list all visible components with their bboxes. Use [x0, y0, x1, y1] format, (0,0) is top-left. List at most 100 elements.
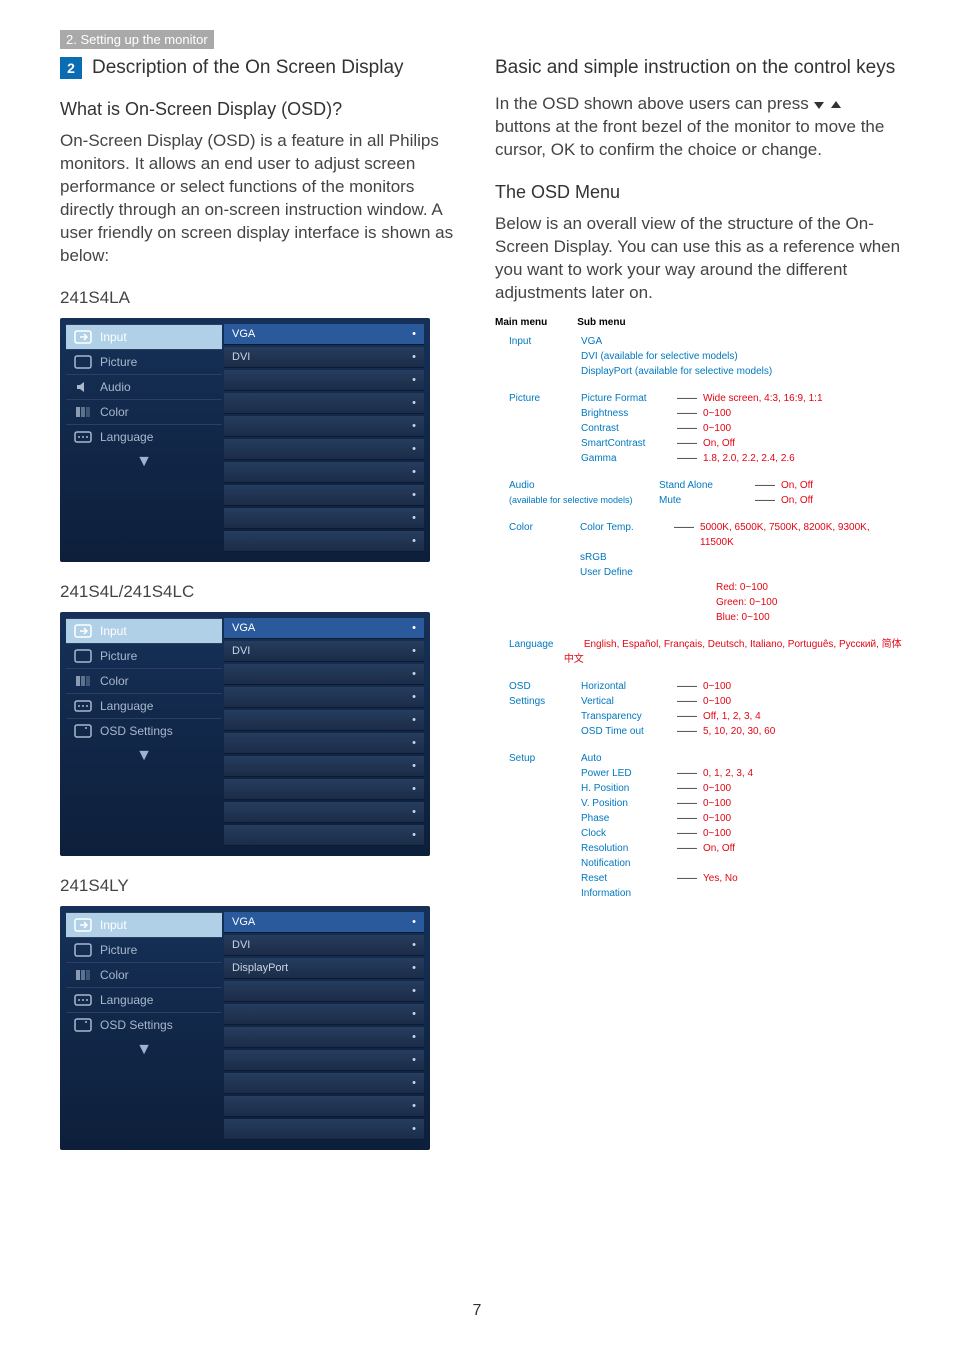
picture-icon: [74, 943, 92, 957]
tree-value: On, Off: [697, 436, 735, 451]
tree-value: 0~100: [697, 811, 731, 826]
osd-submenu-row[interactable]: •: [224, 508, 424, 529]
dot-icon: •: [412, 829, 416, 841]
osd-menu-item[interactable]: Color: [66, 668, 222, 693]
osd-item-label: Audio: [100, 380, 131, 394]
osd-submenu-row[interactable]: •: [224, 439, 424, 460]
osd-submenu-row[interactable]: •: [224, 1004, 424, 1025]
osd-submenu-row[interactable]: DisplayPort•: [224, 958, 424, 979]
tree-sub-label: Phase: [567, 811, 677, 826]
osd-submenu-row[interactable]: •: [224, 1073, 424, 1094]
tree-head-main: Main menu: [495, 315, 547, 330]
picture-icon: [74, 649, 92, 663]
osd-submenu-row[interactable]: •: [224, 1050, 424, 1071]
osd-submenu-row[interactable]: •: [224, 710, 424, 731]
osd-submenu-row[interactable]: •: [224, 756, 424, 777]
osd-menu-item[interactable]: Audio: [66, 374, 222, 399]
dot-icon: •: [412, 1031, 416, 1043]
osd-menu-item[interactable]: Language: [66, 693, 222, 718]
osd-menu-item[interactable]: Input: [66, 618, 222, 643]
osd-submenu-row[interactable]: DVI•: [224, 935, 424, 956]
audio-icon: [74, 380, 92, 394]
osd-menu-item[interactable]: Language: [66, 424, 222, 449]
osd-submenu-row[interactable]: VGA•: [224, 618, 424, 639]
osd-item-label: Input: [100, 330, 127, 344]
osd-item-label: Picture: [100, 355, 137, 369]
osd-menu-item[interactable]: OSD Settings: [66, 718, 222, 743]
dot-icon: •: [412, 397, 416, 409]
osd-menu-item[interactable]: Color: [66, 399, 222, 424]
osd-submenu-row[interactable]: •: [224, 825, 424, 846]
down-scroll-icon[interactable]: ▼: [66, 743, 222, 769]
osd-item-label: Picture: [100, 943, 137, 957]
dot-icon: •: [412, 939, 416, 951]
tree-sub-label: Vertical: [567, 694, 677, 709]
osd-submenu-row[interactable]: •: [224, 393, 424, 414]
tree-sub-label: Transparency: [567, 709, 677, 724]
osd-menu-item[interactable]: Input: [66, 324, 222, 349]
osd-submenu-row[interactable]: •: [224, 802, 424, 823]
tree-sub-label: SmartContrast: [567, 436, 677, 451]
osd-submenu-row[interactable]: •: [224, 687, 424, 708]
osd-menu-item[interactable]: Input: [66, 912, 222, 937]
osd-menu-item[interactable]: Picture: [66, 349, 222, 374]
osd-submenu-row[interactable]: •: [224, 1096, 424, 1117]
tree-value: Green: 0~100: [696, 597, 777, 608]
osd-menu-item[interactable]: Color: [66, 962, 222, 987]
osd-submenu-row[interactable]: •: [224, 416, 424, 437]
step-number-badge: 2: [60, 57, 82, 79]
model-b-label: 241S4L/241S4LC: [60, 582, 467, 602]
osd-item-label: Picture: [100, 649, 137, 663]
osd-submenu-row[interactable]: •: [224, 733, 424, 754]
tree-input-label: Input: [495, 334, 567, 379]
osd-submenu-row[interactable]: •: [224, 779, 424, 800]
tree-sub-item: DVI (available for selective models): [567, 349, 772, 364]
osd-menu-heading: The OSD Menu: [495, 182, 902, 203]
osd-submenu-row[interactable]: VGA•: [224, 324, 424, 345]
osd-submenu-row[interactable]: •: [224, 664, 424, 685]
osd-item-label: Language: [100, 993, 153, 1007]
tree-value: Yes, No: [697, 871, 738, 886]
osd-menu-item[interactable]: Language: [66, 987, 222, 1012]
tree-sub-label: Color Temp.: [566, 520, 674, 550]
osd-item-label: OSD Settings: [100, 1018, 173, 1032]
breadcrumb: 2. Setting up the monitor: [60, 30, 214, 49]
osd-item-label: Color: [100, 405, 129, 419]
tree-language-label: Language: [495, 637, 564, 667]
tree-value: On, Off: [775, 478, 813, 493]
dot-icon: •: [412, 535, 416, 547]
dot-icon: •: [412, 443, 416, 455]
tree-value: 1.8, 2.0, 2.2, 2.4, 2.6: [697, 451, 795, 466]
osd-submenu-row[interactable]: •: [224, 370, 424, 391]
down-scroll-icon[interactable]: ▼: [66, 449, 222, 475]
osd-item-label: Input: [100, 624, 127, 638]
tree-value: 0~100: [697, 826, 731, 841]
osd-menu-item[interactable]: Picture: [66, 643, 222, 668]
osd-submenu-row[interactable]: •: [224, 531, 424, 552]
osd-submenu-row[interactable]: •: [224, 485, 424, 506]
osd-submenu-row[interactable]: •: [224, 1027, 424, 1048]
osd-menu-item[interactable]: Picture: [66, 937, 222, 962]
down-arrow-icon: [813, 100, 825, 110]
tree-color-label: Color: [495, 520, 566, 625]
tree-osdsettings-label: OSD Settings: [495, 679, 567, 739]
tree-sub-label: V. Position: [567, 796, 677, 811]
osd-submenu-row[interactable]: •: [224, 981, 424, 1002]
osd-submenu-row[interactable]: DVI•: [224, 347, 424, 368]
page-number: 7: [0, 1302, 954, 1320]
dot-icon: •: [412, 962, 416, 974]
down-scroll-icon[interactable]: ▼: [66, 1037, 222, 1063]
language-icon: [74, 993, 92, 1007]
tree-sub-label: H. Position: [567, 781, 677, 796]
tree-sub-label: Gamma: [567, 451, 677, 466]
tree-sub-label: sRGB: [566, 550, 676, 565]
osd-submenu-row[interactable]: DVI•: [224, 641, 424, 662]
tree-sub-item: DisplayPort (available for selective mod…: [567, 364, 772, 379]
dot-icon: •: [412, 668, 416, 680]
dot-icon: •: [412, 622, 416, 634]
osd-submenu-row[interactable]: •: [224, 462, 424, 483]
osd-menu-item[interactable]: OSD Settings: [66, 1012, 222, 1037]
osd-submenu-row[interactable]: VGA•: [224, 912, 424, 933]
osd-submenu-row[interactable]: •: [224, 1119, 424, 1140]
dot-icon: •: [412, 916, 416, 928]
